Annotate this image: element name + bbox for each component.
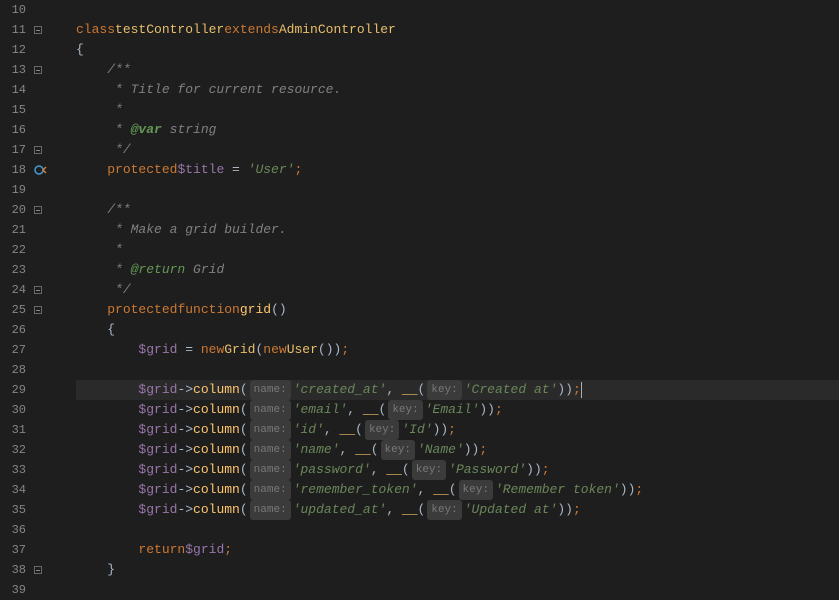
code-line[interactable] — [76, 580, 839, 600]
code-line[interactable]: { — [76, 40, 839, 60]
code-line[interactable] — [76, 360, 839, 380]
gutter: 10 11 12 13 14 15 16 17 18 19 20 21 22 2… — [0, 0, 72, 582]
gutter-line[interactable]: 19 — [0, 180, 72, 200]
code-line[interactable]: protected $title = 'User'; — [76, 160, 839, 180]
gutter-line[interactable]: 20 — [0, 200, 72, 220]
code-line[interactable]: $grid->column(name:'name', __(key:'Name'… — [76, 440, 839, 460]
fold-icon[interactable] — [34, 146, 42, 154]
fold-icon[interactable] — [34, 26, 42, 34]
code-line[interactable]: /** — [76, 60, 839, 80]
param-hint: key: — [365, 420, 399, 440]
code-line[interactable]: return $grid; — [76, 540, 839, 560]
gutter-line[interactable]: 23 — [0, 260, 72, 280]
gutter-line[interactable]: 15 — [0, 100, 72, 120]
fold-icon[interactable] — [34, 566, 42, 574]
code-line[interactable]: * — [76, 100, 839, 120]
fold-icon[interactable] — [34, 286, 42, 294]
code-line-active[interactable]: $grid->column(name:'created_at', __(key:… — [76, 380, 839, 400]
gutter-line[interactable]: 29 — [0, 380, 72, 400]
gutter-line[interactable]: 28 — [0, 360, 72, 380]
gutter-line[interactable]: 33 — [0, 460, 72, 480]
gutter-line[interactable]: 22 — [0, 240, 72, 260]
code-line[interactable]: /** — [76, 200, 839, 220]
gutter-line[interactable]: 12 — [0, 40, 72, 60]
code-area[interactable]: class testController extends AdminContro… — [72, 0, 839, 582]
gutter-line[interactable]: 21 — [0, 220, 72, 240]
gutter-line[interactable]: 25 — [0, 300, 72, 320]
code-line[interactable]: { — [76, 320, 839, 340]
fold-icon[interactable] — [34, 66, 42, 74]
param-hint: name: — [250, 480, 291, 500]
gutter-line[interactable]: 10 — [0, 0, 72, 20]
gutter-line[interactable]: 35 — [0, 500, 72, 520]
gutter-line[interactable]: 32 — [0, 440, 72, 460]
param-hint: name: — [250, 460, 291, 480]
gutter-line[interactable]: 30 — [0, 400, 72, 420]
caret-icon — [581, 382, 582, 398]
gutter-line[interactable]: 13 — [0, 60, 72, 80]
code-line[interactable]: class testController extends AdminContro… — [76, 20, 839, 40]
param-hint: key: — [427, 380, 461, 400]
param-hint: name: — [250, 420, 291, 440]
param-hint: key: — [381, 440, 415, 460]
fold-icon[interactable] — [34, 306, 42, 314]
gutter-line[interactable]: 26 — [0, 320, 72, 340]
gutter-marker-icon[interactable] — [34, 163, 48, 177]
code-line[interactable]: protected function grid() — [76, 300, 839, 320]
gutter-line[interactable]: 14 — [0, 80, 72, 100]
gutter-line[interactable]: 34 — [0, 480, 72, 500]
code-line[interactable]: $grid->column(name:'email', __(key:'Emai… — [76, 400, 839, 420]
gutter-line[interactable]: 27 — [0, 340, 72, 360]
param-hint: key: — [388, 400, 422, 420]
code-line[interactable]: $grid->column(name:'remember_token', __(… — [76, 480, 839, 500]
code-line[interactable]: } — [76, 560, 839, 580]
gutter-line[interactable]: 37 — [0, 540, 72, 560]
gutter-line[interactable]: 36 — [0, 520, 72, 540]
gutter-line[interactable]: 24 — [0, 280, 72, 300]
code-line[interactable]: $grid->column(name:'password', __(key:'P… — [76, 460, 839, 480]
param-hint: name: — [250, 400, 291, 420]
param-hint: key: — [427, 500, 461, 520]
code-line[interactable]: * — [76, 240, 839, 260]
param-hint: name: — [250, 440, 291, 460]
code-line[interactable]: * Make a grid builder. — [76, 220, 839, 240]
code-line[interactable] — [76, 520, 839, 540]
code-line[interactable]: * Title for current resource. — [76, 80, 839, 100]
code-line[interactable]: */ — [76, 280, 839, 300]
gutter-line[interactable]: 39 — [0, 580, 72, 600]
gutter-line[interactable]: 16 — [0, 120, 72, 140]
fold-icon[interactable] — [34, 206, 42, 214]
param-hint: name: — [250, 500, 291, 520]
code-line[interactable]: $grid->column(name:'id', __(key:'Id')); — [76, 420, 839, 440]
gutter-line[interactable]: 18 — [0, 160, 72, 180]
gutter-line[interactable]: 17 — [0, 140, 72, 160]
code-line[interactable]: * @var string — [76, 120, 839, 140]
param-hint: key: — [412, 460, 446, 480]
param-hint: name: — [250, 380, 291, 400]
gutter-line[interactable]: 38 — [0, 560, 72, 580]
gutter-line[interactable]: 11 — [0, 20, 72, 40]
code-line[interactable]: $grid->column(name:'updated_at', __(key:… — [76, 500, 839, 520]
param-hint: key: — [459, 480, 493, 500]
code-line[interactable]: * @return Grid — [76, 260, 839, 280]
code-line[interactable] — [76, 0, 839, 20]
code-line[interactable]: */ — [76, 140, 839, 160]
gutter-line[interactable]: 31 — [0, 420, 72, 440]
code-line[interactable]: $grid = new Grid(new User()); — [76, 340, 839, 360]
code-line[interactable] — [76, 180, 839, 200]
